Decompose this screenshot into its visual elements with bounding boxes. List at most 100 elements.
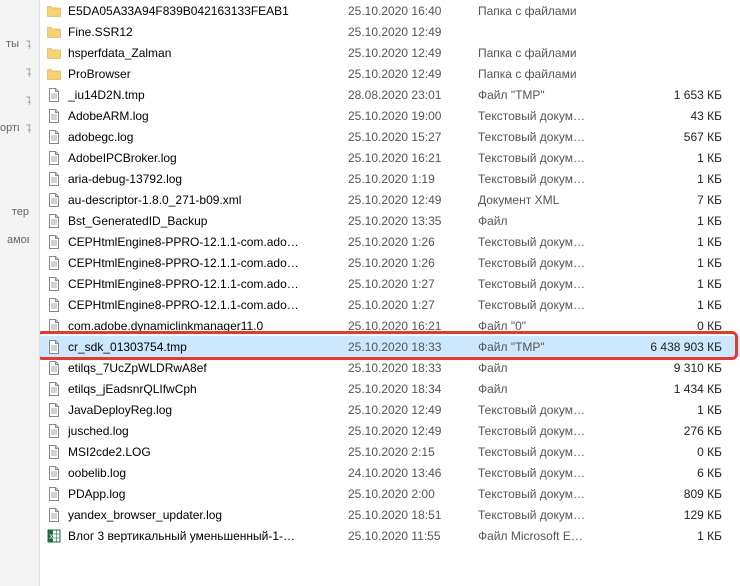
file-date: 25.10.2020 2:15 [348,445,478,459]
file-row[interactable]: yandex_browser_updater.log25.10.2020 18:… [40,504,740,525]
file-row[interactable]: CEPHtmlEngine8-PPRO-12.1.1-com.ado…25.10… [40,231,740,252]
file-type: Текстовый докум… [478,256,628,270]
file-name: Влог 3 вертикальный уменьшенный-1-… [68,529,348,543]
sidebar-item-5[interactable] [0,142,39,170]
file-row[interactable]: aria-debug-13792.log25.10.2020 1:19Текст… [40,168,740,189]
file-size: 1 КБ [628,256,740,270]
folder-icon [46,24,62,40]
file-row[interactable]: jusched.log25.10.2020 12:49Текстовый док… [40,420,740,441]
sidebar-item-3[interactable] [0,86,39,114]
file-row[interactable]: etilqs_7UcZpWLDRwA8ef25.10.2020 18:33Фай… [40,357,740,378]
file-row[interactable]: Bst_GeneratedID_Backup25.10.2020 13:35Фа… [40,210,740,231]
file-row[interactable]: CEPHtmlEngine8-PPRO-12.1.1-com.ado…25.10… [40,273,740,294]
sidebar: ты орти тер амовС. [0,0,40,586]
file-row[interactable]: Fine.SSR1225.10.2020 12:49 [40,21,740,42]
file-size: 1 КБ [628,172,740,186]
file-date: 24.10.2020 13:46 [348,466,478,480]
file-name: adobegc.log [68,130,348,144]
file-name: JavaDeployReg.log [68,403,348,417]
file-date: 25.10.2020 12:49 [348,193,478,207]
file-name: au-descriptor-1.8.0_271-b09.xml [68,193,348,207]
file-name: MSI2cde2.LOG [68,445,348,459]
file-type: Файл "TMP" [478,340,628,354]
file-size: 1 434 КБ [628,382,740,396]
file-name: CEPHtmlEngine8-PPRO-12.1.1-com.ado… [68,277,348,291]
sidebar-item-8[interactable]: амовС. [0,226,39,254]
file-row[interactable]: JavaDeployReg.log25.10.2020 12:49Текстов… [40,399,740,420]
file-row[interactable]: MSI2cde2.LOG25.10.2020 2:15Текстовый док… [40,441,740,462]
file-icon [46,171,62,187]
file-type: Папка с файлами [478,4,628,18]
file-date: 25.10.2020 13:35 [348,214,478,228]
file-row[interactable]: oobelib.log24.10.2020 13:46Текстовый док… [40,462,740,483]
file-date: 25.10.2020 1:19 [348,172,478,186]
file-icon [46,255,62,271]
file-date: 25.10.2020 18:51 [348,508,478,522]
file-name: Bst_GeneratedID_Backup [68,214,348,228]
file-type: Текстовый докум… [478,445,628,459]
sidebar-item-7[interactable]: тер [0,198,39,226]
file-row[interactable]: E5DA05A33A94F839B042163133FEAB125.10.202… [40,0,740,21]
file-list[interactable]: E5DA05A33A94F839B042163133FEAB125.10.202… [40,0,740,586]
sidebar-item-2[interactable] [0,58,39,86]
file-date: 25.10.2020 1:26 [348,256,478,270]
file-type: Текстовый докум… [478,235,628,249]
file-icon [46,150,62,166]
file-size: 1 КБ [628,403,740,417]
file-type: Файл "0" [478,319,628,333]
file-row[interactable]: adobegc.log25.10.2020 15:27Текстовый док… [40,126,740,147]
excel-icon: X [46,528,62,544]
file-size: 276 КБ [628,424,740,438]
file-type: Файл [478,214,628,228]
file-name: CEPHtmlEngine8-PPRO-12.1.1-com.ado… [68,235,348,249]
file-name: PDApp.log [68,487,348,501]
file-row[interactable]: cr_sdk_01303754.tmp25.10.2020 18:33Файл … [40,336,740,357]
sidebar-label: амовС. [7,234,29,246]
file-row[interactable]: CEPHtmlEngine8-PPRO-12.1.1-com.ado…25.10… [40,294,740,315]
file-icon [46,444,62,460]
file-type: Текстовый докум… [478,172,628,186]
file-name: yandex_browser_updater.log [68,508,348,522]
file-size: 129 КБ [628,508,740,522]
file-date: 25.10.2020 19:00 [348,109,478,123]
file-icon [46,129,62,145]
file-date: 25.10.2020 1:27 [348,298,478,312]
file-size: 567 КБ [628,130,740,144]
file-name: cr_sdk_01303754.tmp [68,340,348,354]
file-row[interactable]: AdobeARM.log25.10.2020 19:00Текстовый до… [40,105,740,126]
file-row[interactable]: hsperfdata_Zalman25.10.2020 12:49Папка с… [40,42,740,63]
file-row[interactable]: ProBrowser25.10.2020 12:49Папка с файлам… [40,63,740,84]
file-row[interactable]: etilqs_jEadsnrQLIfwCph25.10.2020 18:34Фа… [40,378,740,399]
file-type: Файл Microsoft E… [478,529,628,543]
pin-icon [23,67,33,77]
pin-icon [23,39,33,49]
sidebar-item-1[interactable]: ты [0,30,39,58]
file-type: Текстовый докум… [478,403,628,417]
file-row[interactable]: AdobeIPCBroker.log25.10.2020 16:21Тексто… [40,147,740,168]
file-date: 25.10.2020 1:27 [348,277,478,291]
file-row[interactable]: PDApp.log25.10.2020 2:00Текстовый докум…… [40,483,740,504]
file-name: etilqs_7UcZpWLDRwA8ef [68,361,348,375]
file-icon [46,213,62,229]
file-row[interactable]: X Влог 3 вертикальный уменьшенный-1-…25.1… [40,525,740,546]
file-size: 43 КБ [628,109,740,123]
file-size: 1 653 КБ [628,88,740,102]
file-type: Текстовый докум… [478,151,628,165]
file-icon [46,108,62,124]
file-date: 25.10.2020 16:40 [348,4,478,18]
sidebar-item-0[interactable] [0,2,39,30]
file-row[interactable]: au-descriptor-1.8.0_271-b09.xml25.10.202… [40,189,740,210]
pin-icon [23,123,33,133]
file-row[interactable]: _iu14D2N.tmp28.08.2020 23:01Файл "TMP"1 … [40,84,740,105]
sidebar-item-4[interactable]: орти [0,114,39,142]
file-name: CEPHtmlEngine8-PPRO-12.1.1-com.ado… [68,298,348,312]
file-row[interactable]: com.adobe.dynamiclinkmanager11.025.10.20… [40,315,740,336]
file-date: 25.10.2020 11:55 [348,529,478,543]
file-icon [46,339,62,355]
file-type: Файл "TMP" [478,88,628,102]
sidebar-item-6[interactable] [0,170,39,198]
file-size: 1 КБ [628,277,740,291]
file-row[interactable]: CEPHtmlEngine8-PPRO-12.1.1-com.ado…25.10… [40,252,740,273]
file-size: 0 КБ [628,319,740,333]
file-name: jusched.log [68,424,348,438]
